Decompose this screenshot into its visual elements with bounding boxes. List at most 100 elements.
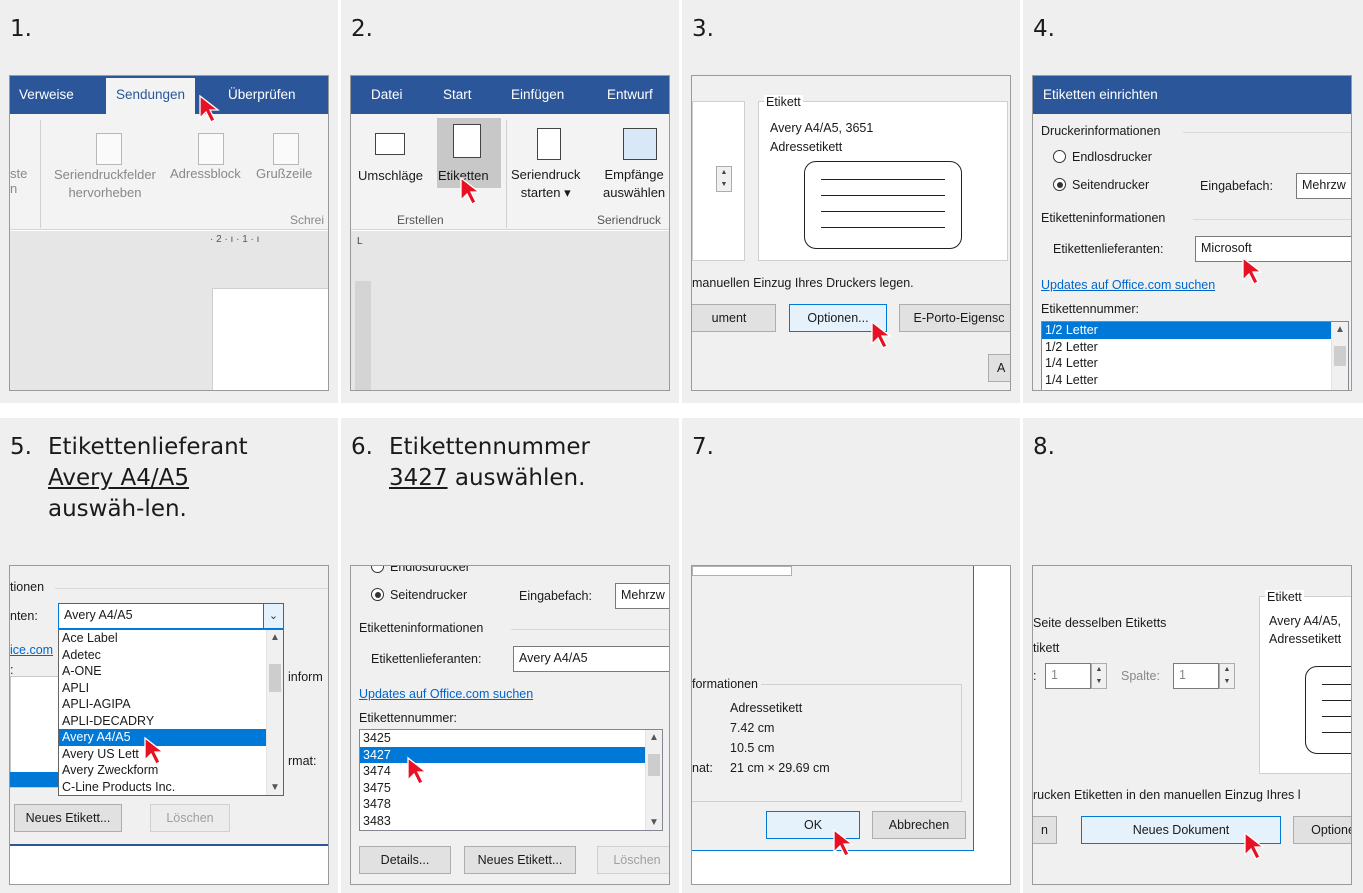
radio-page-printer[interactable]: Seitendrucker xyxy=(1053,178,1149,192)
list-item[interactable]: Avery US Lett xyxy=(59,746,283,763)
tab-verweise[interactable]: Verweise xyxy=(19,87,74,102)
tab-einfuegen[interactable]: Einfügen xyxy=(511,87,564,102)
label-number-list[interactable]: 1/2 Letter 1/2 Letter 1/4 Letter 1/4 Let… xyxy=(1041,321,1349,390)
address-block-button[interactable]: Adressblock xyxy=(170,166,241,181)
scrollbar[interactable]: ▲ ▼ xyxy=(266,630,283,795)
highlight-fields-button[interactable]: Seriendruckfelder hervorheben xyxy=(54,166,156,202)
vendor-label: nten: xyxy=(10,609,38,623)
highlight-fields-icon xyxy=(96,133,122,165)
radio-page-printer[interactable]: Seitendrucker xyxy=(371,588,467,602)
list-item[interactable]: C-Line Products Inc. xyxy=(59,779,283,796)
column-spinner[interactable]: ▲ ▼ xyxy=(1219,663,1235,689)
screenshot-envelopes-labels-dialog: ▲ ▼ Etikett Avery A4/A5, 3651 Adressetike… xyxy=(691,75,1011,391)
cut-button[interactable]: A xyxy=(988,354,1010,382)
vendor-label: Etikettenlieferanten: xyxy=(371,652,482,666)
list-item[interactable]: 3478 xyxy=(360,796,662,813)
list-item[interactable]: 3483 xyxy=(360,813,662,830)
greeting-line-button[interactable]: Grußzeile xyxy=(256,166,312,181)
scrollbar[interactable]: ▲ xyxy=(1331,322,1348,390)
step-1-cell: 1. Verweise Sendungen Überprüfen ste n S… xyxy=(0,0,338,403)
tab-sendungen[interactable]: Sendungen xyxy=(106,78,196,114)
step-number: 5. xyxy=(10,434,32,460)
tab-entwurf[interactable]: Entwurf xyxy=(607,87,653,102)
start-mail-merge-button[interactable]: Seriendruck starten ▾ xyxy=(511,166,580,202)
tab-datei[interactable]: Datei xyxy=(371,87,403,102)
tab-start[interactable]: Start xyxy=(443,87,472,102)
details-button[interactable]: Details... xyxy=(359,846,451,874)
new-label-button[interactable]: Neues Etikett... xyxy=(14,804,122,832)
list-item[interactable]: 1/2 Letter xyxy=(1042,339,1348,356)
list-item[interactable]: A-ONE xyxy=(59,663,283,680)
list-item[interactable]: 1/4 Letter xyxy=(1042,372,1348,389)
divider xyxy=(1193,219,1351,220)
cancel-button[interactable]: Abbrechen xyxy=(872,811,966,839)
list-item[interactable]: APLI-AGIPA xyxy=(59,696,283,713)
radio-icon xyxy=(1053,150,1066,163)
vendor-select[interactable]: Microsoft xyxy=(1195,236,1351,262)
radio-continuous-cut[interactable]: Endlosdrucker xyxy=(371,565,470,574)
single-label-option[interactable]: tikett xyxy=(1033,641,1059,655)
label-number-highlight: 3427 xyxy=(389,465,448,491)
step-2-cell: 2. Datei Start Einfügen Entwurf Umschläg… xyxy=(341,0,679,403)
vendor-combobox[interactable]: Avery A4/A5 xyxy=(58,603,284,629)
updates-link-fragment[interactable]: ice.com xyxy=(10,643,53,657)
spin-control[interactable]: ▲ ▼ xyxy=(716,166,732,192)
label-height-value: 7.42 cm xyxy=(730,721,775,735)
radio-label: Seitendrucker xyxy=(1072,178,1150,192)
label-type-value: Adressetikett xyxy=(730,701,803,715)
step-4-cell: 4. Etiketten einrichten Druckerinformati… xyxy=(1023,0,1363,403)
row-input[interactable]: 1 xyxy=(1045,663,1091,689)
page-format-label: nat: xyxy=(692,761,713,775)
list-item[interactable]: Adetec xyxy=(59,647,283,664)
scroll-stub xyxy=(692,566,792,576)
list-item[interactable]: 1/4 Letter xyxy=(1042,355,1348,372)
section-heading: tionen xyxy=(10,580,45,594)
label-number-list[interactable]: 3425 3427 3474 3475 3478 3483 ▲ ▼ xyxy=(359,729,663,831)
address-block-icon xyxy=(198,133,224,165)
vendor-select[interactable]: Avery A4/A5 xyxy=(513,646,669,672)
step-number: 7. xyxy=(692,434,714,460)
manual-feed-note: manuellen Einzug Ihres Druckers legen. xyxy=(692,276,914,290)
tray-select[interactable]: Mehrzw xyxy=(615,583,669,609)
step-7-cell: 7. formationen Adressetikett 7.42 cm 10.… xyxy=(682,418,1020,893)
vendor-dropdown-list[interactable]: Ace Label Adetec A-ONE APLI APLI-AGIPA A… xyxy=(58,629,284,796)
screenshot-ribbon-sendungen: Verweise Sendungen Überprüfen ste n Seri… xyxy=(9,75,329,391)
delete-button[interactable]: Löschen xyxy=(597,846,669,874)
radio-label: Endlosdrucker xyxy=(390,565,470,574)
list-item[interactable]: APLI xyxy=(59,680,283,697)
chevron-down-icon[interactable]: ⌄ xyxy=(263,604,283,628)
lower-area xyxy=(10,846,328,884)
manual-feed-note: rucken Etiketten in den manuellen Einzug… xyxy=(1033,788,1301,802)
list-item-selected[interactable]: Avery A4/A5 xyxy=(59,729,283,746)
row-spinner[interactable]: ▲ ▼ xyxy=(1091,663,1107,689)
select-recipients-button[interactable]: Empfänge auswählen xyxy=(603,166,665,202)
column-input[interactable]: 1 xyxy=(1173,663,1219,689)
same-label-option[interactable]: Seite desselben Etiketts xyxy=(1033,616,1166,630)
label-number-heading: Etikettennummer: xyxy=(359,711,457,725)
options-button[interactable]: Optione xyxy=(1293,816,1351,844)
radio-checked-icon xyxy=(1053,178,1066,191)
tab-ueberpruefen[interactable]: Überprüfen xyxy=(228,87,296,102)
new-document-button[interactable]: ument xyxy=(692,304,776,332)
radio-continuous[interactable]: Endlosdrucker xyxy=(1053,150,1152,164)
delete-button[interactable]: Löschen xyxy=(150,804,230,832)
updates-link[interactable]: Updates auf Office.com suchen xyxy=(1041,278,1215,292)
envelopes-button[interactable]: Umschläge xyxy=(358,168,423,183)
tab-stop-selector[interactable]: L xyxy=(357,236,363,247)
cut-button[interactable]: n xyxy=(1033,816,1057,844)
list-item[interactable]: Ace Label xyxy=(59,630,283,647)
vendor-label: Etikettenlieferanten: xyxy=(1053,242,1164,256)
new-label-button[interactable]: Neues Etikett... xyxy=(464,846,576,874)
list-item[interactable]: 3425 xyxy=(360,730,662,747)
divider xyxy=(55,588,328,589)
updates-link[interactable]: Updates auf Office.com suchen xyxy=(359,687,533,701)
screenshot-label-details-ok: formationen Adressetikett 7.42 cm 10.5 c… xyxy=(691,565,1011,885)
divider xyxy=(511,629,669,630)
list-item[interactable]: APLI-DECADRY xyxy=(59,713,283,730)
list-item[interactable]: Avery Zweckform xyxy=(59,762,283,779)
tray-select[interactable]: Mehrzw xyxy=(1296,173,1351,199)
ribbon-tabbar: Verweise Sendungen Überprüfen xyxy=(10,76,328,114)
e-porto-button[interactable]: E-Porto-Eigensc xyxy=(899,304,1010,332)
list-item[interactable]: 1/2 Letter xyxy=(1042,322,1348,339)
scrollbar[interactable]: ▲ ▼ xyxy=(645,730,662,830)
